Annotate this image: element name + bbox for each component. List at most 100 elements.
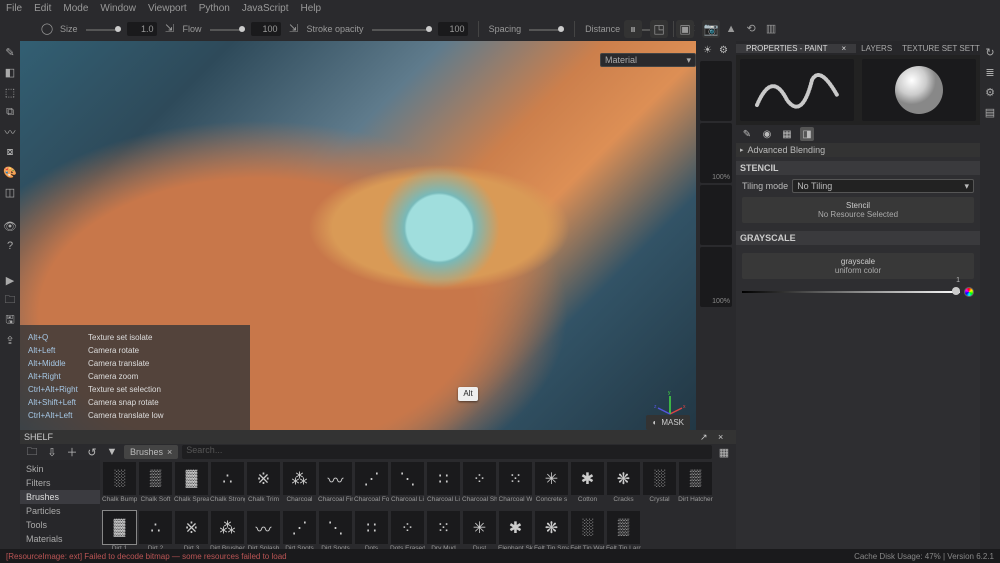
brush-item[interactable]: ⋱Charcoal Li — [390, 462, 425, 510]
flow-value[interactable]: 100 — [251, 22, 281, 36]
mode-stencil-icon[interactable]: ▦ — [780, 127, 794, 141]
brush-item[interactable]: ▒Chalk Soft — [138, 462, 173, 510]
save-icon[interactable]: 🖫 — [3, 313, 17, 327]
flow-link-icon[interactable]: ⇲ — [287, 22, 301, 36]
mode-color-icon[interactable]: ◨ — [800, 127, 814, 141]
shelf-undock-icon[interactable]: ↗ — [700, 432, 714, 443]
close-icon[interactable]: × — [167, 447, 172, 457]
channel-slot-4[interactable]: 100% — [700, 247, 732, 307]
brush-item[interactable]: ✱Cotton — [570, 462, 605, 510]
size-slider[interactable] — [86, 23, 121, 35]
brush-preset-icon[interactable]: ◯ — [40, 22, 54, 36]
stencil-resource-button[interactable]: Stencil No Resource Selected — [742, 197, 974, 223]
shelf-add-icon[interactable]: ＋ — [64, 445, 80, 459]
history-icon[interactable]: ↻ — [983, 45, 997, 59]
menu-viewport[interactable]: Viewport — [148, 3, 187, 14]
folder-icon[interactable]: 🗀 — [3, 293, 17, 307]
brush-item[interactable]: ∴Chalk Strong — [210, 462, 245, 510]
pause-icon[interactable]: ⏸ — [624, 20, 642, 38]
wrap-icon[interactable]: ⟲ — [744, 22, 758, 36]
brush-item[interactable]: ✳Concrete s — [534, 462, 569, 510]
shelf-category-brushes[interactable]: Brushes — [20, 490, 100, 504]
channel-slot-2[interactable]: 100% — [700, 123, 732, 183]
smudge-tool-icon[interactable]: 〰 — [3, 125, 17, 139]
clone-tool-icon[interactable]: ⧇ — [3, 145, 17, 159]
perspective-icon[interactable]: ◳ — [650, 20, 668, 38]
render-icon[interactable]: ▣ — [676, 20, 694, 38]
projection-tool-icon[interactable]: ⬚ — [3, 85, 17, 99]
brush-item[interactable]: 〰Charcoal Fin — [318, 462, 353, 510]
brush-item[interactable]: ⁂Charcoal — [282, 462, 317, 510]
viewport-canvas[interactable]: Alt Material x y z ◐ MASK Alt+QTexture s… — [20, 41, 696, 430]
color-picker-icon[interactable] — [964, 287, 974, 297]
mode-brush-icon[interactable]: ✎ — [740, 127, 754, 141]
eraser-tool-icon[interactable]: ◧ — [3, 65, 17, 79]
brush-item[interactable]: ░Chalk Bumpy — [102, 462, 137, 510]
brush-item[interactable]: ▒Dirt Hatcher — [678, 462, 713, 510]
shelf-close-icon[interactable]: × — [718, 432, 732, 442]
mode-alpha-icon[interactable]: ◉ — [760, 127, 774, 141]
channels-icon[interactable]: ▤ — [983, 105, 997, 119]
fill-tool-icon[interactable]: ⧉ — [3, 105, 17, 119]
log-icon[interactable]: ≣ — [983, 65, 997, 79]
shelf-import-icon[interactable]: ⇩ — [44, 445, 60, 459]
channel-sun-icon[interactable]: ☀ — [703, 45, 713, 55]
shelf-grid-view-icon[interactable]: ▦ — [716, 445, 732, 459]
brush-item[interactable]: ⁙Charcoal W — [498, 462, 533, 510]
select-tool-icon[interactable]: ◫ — [3, 185, 17, 199]
advanced-blending-accordion[interactable]: Advanced Blending — [736, 143, 980, 157]
menu-mode[interactable]: Mode — [63, 3, 88, 14]
tiling-mode-dropdown[interactable]: No Tiling — [792, 179, 974, 193]
settings-icon[interactable]: ⚙ — [983, 85, 997, 99]
brush-item[interactable]: ⁘Charcoal Sh — [462, 462, 497, 510]
shelf-category-tools[interactable]: Tools — [20, 518, 100, 532]
menu-window[interactable]: Window — [100, 3, 136, 14]
paint-tool-icon[interactable]: ✎ — [3, 45, 17, 59]
shelf-search-input[interactable]: Search... — [182, 445, 712, 459]
channel-slot-1[interactable] — [700, 61, 732, 121]
material-dropdown[interactable]: Material — [600, 53, 696, 67]
export-icon[interactable]: ⇪ — [3, 333, 17, 347]
spacing-slider[interactable] — [529, 23, 564, 35]
shelf-category-skin[interactable]: Skin — [20, 462, 100, 476]
brush-item[interactable]: ⋰Charcoal Fo — [354, 462, 389, 510]
menu-edit[interactable]: Edit — [34, 3, 51, 14]
shelf-home-icon[interactable]: 🗀 — [24, 445, 40, 459]
3d-viewport[interactable]: Alt Material x y z ◐ MASK Alt+QTexture s… — [20, 41, 696, 430]
help-icon[interactable]: ? — [3, 239, 17, 253]
stroke-opacity-value[interactable]: 100 — [438, 22, 468, 36]
shelf-filter-icon[interactable]: ▼ — [104, 445, 120, 459]
brush-item[interactable]: ░Crystal — [642, 462, 677, 510]
channel-slot-3[interactable] — [700, 185, 732, 245]
shelf-category-particles[interactable]: Particles — [20, 504, 100, 518]
brush-item[interactable]: ▓Chalk Spread — [174, 462, 209, 510]
play-icon[interactable]: ▶ — [3, 273, 17, 287]
stroke-opacity-slider[interactable] — [372, 23, 432, 35]
grayscale-resource-button[interactable]: grayscale uniform color — [742, 253, 974, 279]
close-icon[interactable]: × — [837, 44, 852, 53]
menu-javascript[interactable]: JavaScript — [242, 3, 289, 14]
size-link-icon[interactable]: ⇲ — [163, 22, 177, 36]
material-picker-icon[interactable]: 🎨 — [3, 165, 17, 179]
shelf-category-materials[interactable]: Materials — [20, 532, 100, 546]
menu-python[interactable]: Python — [199, 3, 230, 14]
tab-layers[interactable]: LAYERS — [856, 44, 897, 53]
shelf-category-filters[interactable]: Filters — [20, 476, 100, 490]
size-value[interactable]: 1.0 — [127, 22, 157, 36]
mask-button[interactable]: ◐ MASK — [646, 415, 690, 430]
tab-properties-paint[interactable]: PROPERTIES - PAINT× — [736, 44, 856, 53]
channel-gear-icon[interactable]: ⚙ — [719, 45, 729, 55]
ui-visibility-icon[interactable]: 👁 — [3, 219, 17, 233]
flow-slider[interactable] — [210, 23, 245, 35]
backface-icon[interactable]: ▥ — [764, 22, 778, 36]
camera-icon[interactable]: 📷 — [702, 20, 720, 38]
lazy-icon[interactable]: ▲ — [724, 22, 738, 36]
grayscale-slider[interactable]: 1 — [742, 285, 974, 299]
brush-item[interactable]: ∷Charcoal Li — [426, 462, 461, 510]
shelf-back-icon[interactable]: ↺ — [84, 445, 100, 459]
shelf-tab-brushes[interactable]: Brushes × — [124, 445, 178, 459]
menu-file[interactable]: File — [6, 3, 22, 14]
menu-help[interactable]: Help — [301, 3, 322, 14]
brush-item[interactable]: ❋Cracks — [606, 462, 641, 510]
brush-item[interactable]: ※Chalk Trim — [246, 462, 281, 510]
